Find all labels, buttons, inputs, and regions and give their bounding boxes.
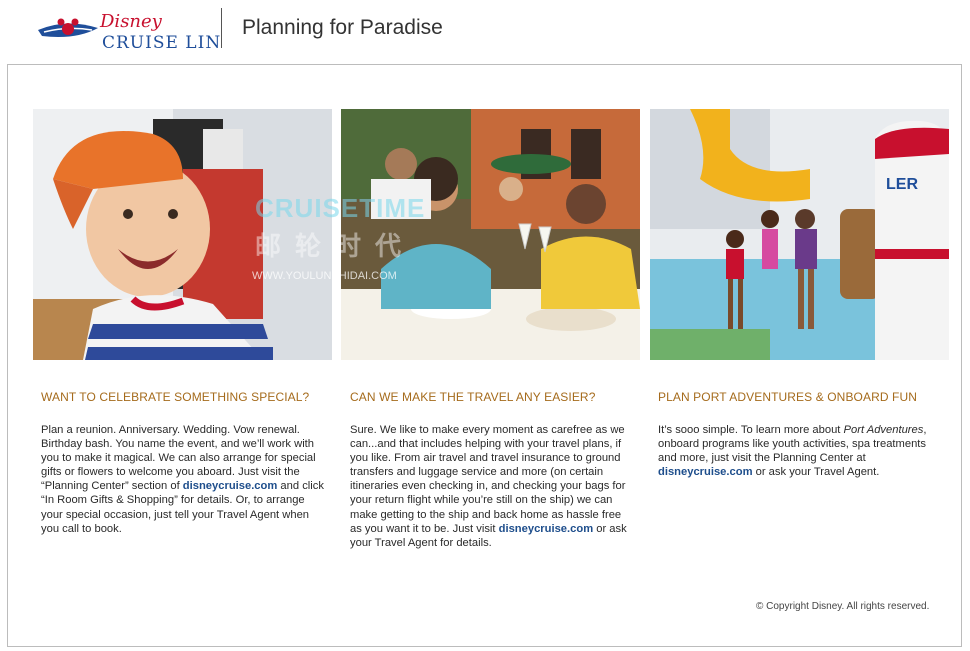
watermark-url: WWW.YOULUNSHIDAI.COM (252, 270, 397, 282)
copyright-notice: © Copyright Disney. All rights reserved. (756, 601, 930, 612)
port-adventures-italic: Port Adventures (843, 424, 924, 436)
svg-text:CRUISE LINE: CRUISE LINE (102, 33, 222, 53)
section-heading: CAN WE MAKE THE TRAVEL ANY EASIER? (350, 390, 596, 404)
page-title: Planning for Paradise (242, 16, 443, 39)
watermark-brand: CRUISETIME (255, 193, 426, 223)
section-heading: WANT TO CELEBRATE SOMETHING SPECIAL? (41, 390, 310, 404)
body-text: Sure. We like to make every moment as ca… (350, 424, 626, 535)
page-header: Disney CRUISE LINE Planning for Paradise (0, 0, 970, 62)
section-body: Sure. We like to make every moment as ca… (350, 423, 635, 550)
disneycruise-link[interactable]: disneycruise.com (183, 480, 278, 492)
section-heading: PLAN PORT ADVENTURES & ONBOARD FUN (658, 390, 918, 404)
column-celebrate: WANT TO CELEBRATE SOMETHING SPECIAL? Pla… (41, 390, 326, 536)
svg-text:LER: LER (886, 176, 918, 193)
body-text: or ask your Travel Agent. (752, 466, 880, 479)
disneycruise-link[interactable]: disneycruise.com (499, 523, 594, 535)
disneycruise-link[interactable]: disneycruise.com (658, 466, 753, 478)
column-port-adventures: PLAN PORT ADVENTURES & ONBOARD FUN It’s … (658, 390, 943, 479)
column-travel: CAN WE MAKE THE TRAVEL ANY EASIER? Sure.… (350, 390, 635, 550)
header-divider (221, 8, 222, 48)
section-body: Plan a reunion. Anniversary. Wedding. Vo… (41, 423, 326, 536)
body-text: It’s sooo simple. To learn more about (658, 424, 844, 436)
watermark-chinese: 邮轮时代 (255, 231, 416, 261)
svg-text:Disney: Disney (99, 11, 163, 32)
disney-cruise-line-logo: Disney CRUISE LINE (38, 11, 222, 53)
photo-kids-water-play: LER (650, 109, 949, 360)
section-body: It’s sooo simple. To learn more about Po… (658, 423, 943, 479)
